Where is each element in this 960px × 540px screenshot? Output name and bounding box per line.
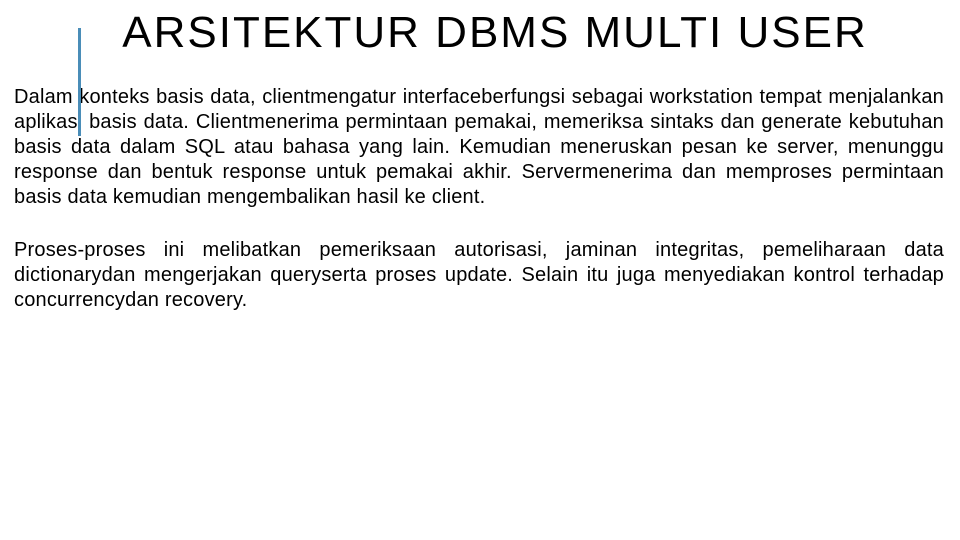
paragraph-2: Proses-proses ini melibatkan pemeriksaan… <box>14 238 944 313</box>
title-section: ARSITEKTUR DBMS MULTI USER <box>0 0 960 77</box>
accent-bar <box>78 28 81 136</box>
paragraph-1: Dalam konteks basis data, clientmengatur… <box>14 85 944 210</box>
page-title: ARSITEKTUR DBMS MULTI USER <box>0 8 960 59</box>
body-section: Dalam konteks basis data, clientmengatur… <box>0 77 960 313</box>
